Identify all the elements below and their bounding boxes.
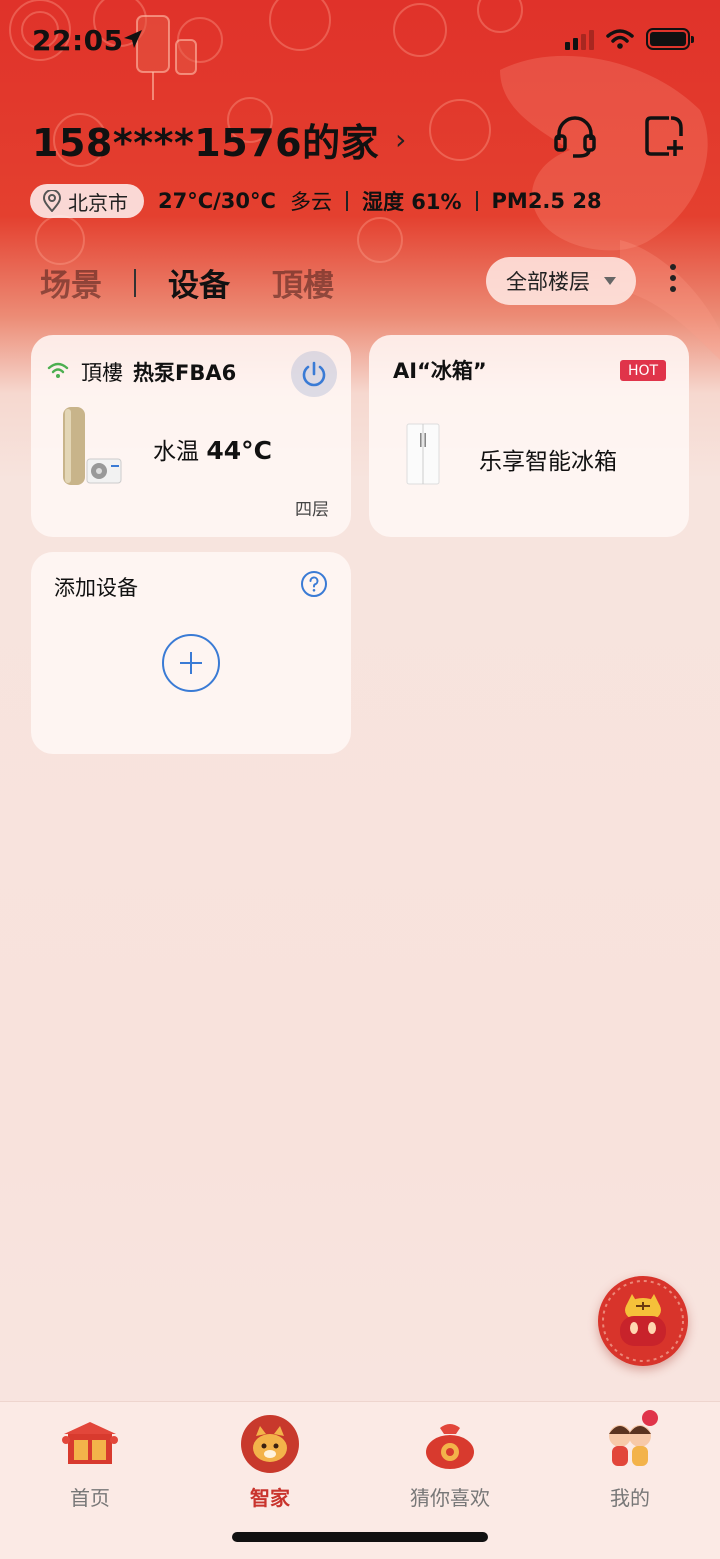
add-plus-icon[interactable] (161, 633, 221, 693)
weather-row: 北京市 27°C/30°C 多云 湿度 61% PM2.5 28 (30, 184, 602, 218)
nav-label-smart-home: 智家 (250, 1486, 290, 1510)
device-card-heat-pump[interactable]: 頂樓 热泵FBA6 水温 44°C 四层 (31, 335, 351, 537)
wifi-online-icon (47, 362, 69, 378)
fridge-image (406, 423, 440, 485)
nav-label-profile: 我的 (610, 1486, 650, 1510)
floating-mascot-button[interactable] (598, 1276, 688, 1366)
home-indicator[interactable] (232, 1532, 488, 1542)
location-pin-icon (42, 190, 62, 212)
device-model: 热泵FBA6 (133, 361, 237, 385)
more-options-icon[interactable] (670, 264, 676, 292)
floor-filter-value: 全部楼层 (506, 270, 590, 294)
tiger-mascot-icon (602, 1280, 684, 1362)
location-arrow-icon (124, 30, 142, 48)
tab-attic[interactable]: 頂樓 (272, 260, 334, 305)
tab-devices[interactable]: 设备 (168, 260, 230, 305)
add-device-title: 添加设备 (54, 576, 138, 600)
home-name: 158****1576的家 (32, 121, 380, 165)
divider (345, 191, 348, 211)
nav-item-profile[interactable]: 我的 (570, 1408, 690, 1511)
nav-item-recommend[interactable]: 猜你喜欢 (390, 1412, 510, 1511)
customer-service-headset-icon[interactable] (551, 112, 599, 160)
promo-card-ai-fridge[interactable]: AI“冰箱” HOT 乐享智能冰箱 (369, 335, 689, 537)
nav-item-home[interactable]: 首页 (30, 1412, 150, 1511)
device-floor: 四层 (295, 500, 329, 520)
water-temp-label: 水温 (153, 439, 199, 465)
status-indicators (565, 28, 694, 50)
heat-pump-water-heater-image (63, 407, 122, 485)
hot-badge: HOT (620, 360, 666, 381)
lucky-bag-icon (426, 1424, 474, 1469)
nav-label-recommend: 猜你喜欢 (410, 1486, 490, 1510)
water-temperature: 水温 44°C (153, 432, 272, 466)
floor-filter-dropdown[interactable]: 全部楼层 (486, 257, 636, 305)
power-button[interactable] (291, 351, 337, 397)
notification-badge (640, 1408, 660, 1428)
power-icon (302, 361, 326, 387)
status-time: 22:05 (32, 24, 124, 57)
tab-scenes[interactable]: 场景 (40, 260, 102, 305)
promo-title: AI“冰箱” (393, 359, 487, 383)
nav-label-home: 首页 (70, 1486, 110, 1510)
wifi-status-icon (606, 29, 634, 49)
tab-divider (134, 268, 136, 297)
cellular-signal-icon (565, 28, 594, 50)
chevron-right-icon: › (395, 123, 407, 156)
view-tabs: 场景 设备 頂樓 (40, 260, 334, 305)
temperature-range: 27°C/30°C (158, 189, 276, 213)
nav-item-smart-home[interactable]: 智家 (210, 1412, 330, 1511)
help-icon[interactable] (300, 570, 328, 598)
divider (475, 191, 478, 211)
add-device-card[interactable]: 添加设备 (31, 552, 351, 754)
add-device-icon[interactable] (641, 112, 689, 160)
promo-label: 乐享智能冰箱 (479, 449, 617, 475)
home-gate-icon (62, 1422, 118, 1464)
water-temp-value: 44°C (206, 436, 272, 465)
device-room: 頂樓 (81, 361, 123, 385)
humidity: 湿度 61% (361, 190, 462, 214)
city-name: 北京市 (68, 190, 128, 215)
weather-info: 27°C/30°C 多云 湿度 61% PM2.5 28 (158, 186, 602, 216)
device-title: 頂樓 热泵FBA6 (81, 357, 236, 387)
weather-condition: 多云 (289, 190, 332, 214)
caret-down-icon (604, 277, 616, 285)
tiger-mascot-nav-icon (241, 1415, 299, 1473)
pm25: PM2.5 28 (491, 189, 602, 213)
home-switcher[interactable]: 158****1576的家 › (32, 112, 406, 167)
status-bar: 22:05 (0, 0, 720, 88)
city-selector[interactable]: 北京市 (30, 184, 144, 218)
battery-icon (646, 28, 694, 50)
